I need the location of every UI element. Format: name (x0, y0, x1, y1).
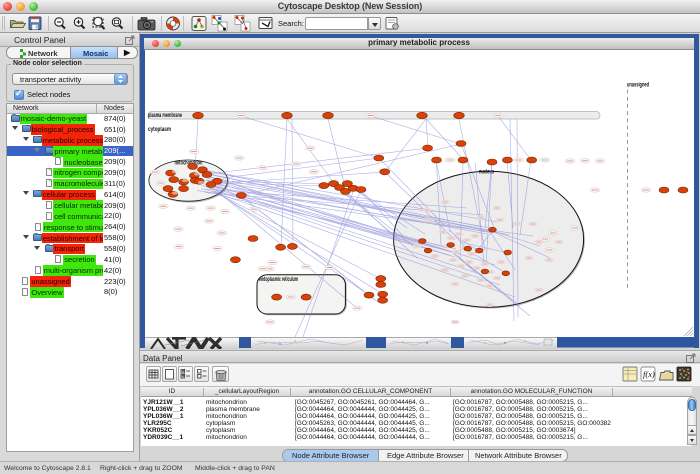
svg-text:endoplasmic reticulum: endoplasmic reticulum (259, 277, 298, 283)
svg-text:nucleus: nucleus (479, 170, 494, 176)
svg-text:unassigned: unassigned (627, 83, 649, 89)
svg-text:f(x): f(x) (643, 369, 655, 379)
svg-text:plasma membrane: plasma membrane (148, 113, 182, 119)
svg-text:cytoplasm: cytoplasm (148, 127, 171, 133)
